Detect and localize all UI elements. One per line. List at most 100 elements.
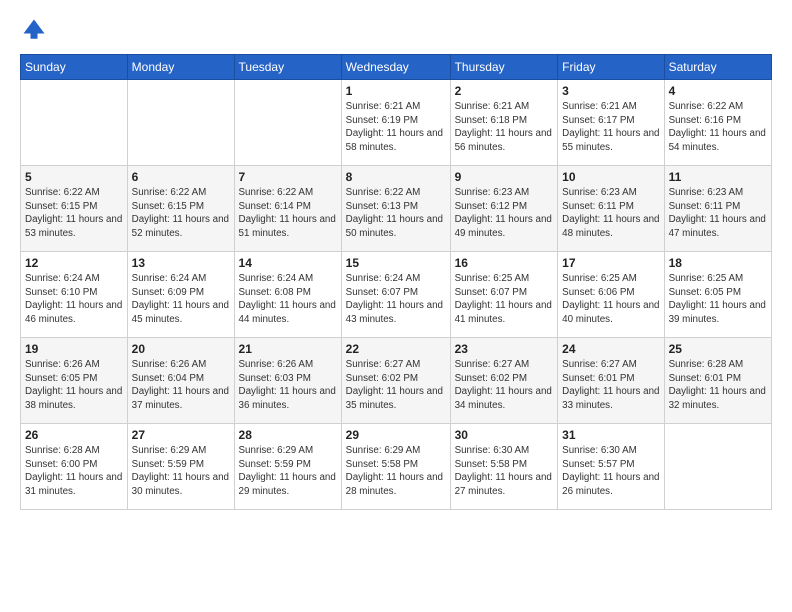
day-info: Sunrise: 6:26 AM Sunset: 6:03 PM Dayligh…: [239, 358, 337, 413]
logo: [20, 16, 52, 44]
day-info: Sunrise: 6:22 AM Sunset: 6:15 PM Dayligh…: [132, 186, 230, 241]
day-cell: 1 Sunrise: 6:21 AM Sunset: 6:19 PM Daylig…: [341, 80, 450, 166]
calendar-header: SundayMondayTuesdayWednesdayThursdayFrid…: [21, 55, 772, 80]
day-info: Sunrise: 6:22 AM Sunset: 6:13 PM Dayligh…: [346, 186, 446, 241]
day-cell: 27 Sunrise: 6:29 AM Sunset: 5:59 PM Dayli…: [127, 424, 234, 510]
day-number: 14: [239, 256, 337, 270]
day-number: 4: [669, 84, 767, 98]
day-header-thursday: Thursday: [450, 55, 558, 80]
day-info: Sunrise: 6:29 AM Sunset: 5:59 PM Dayligh…: [239, 444, 337, 499]
day-number: 23: [455, 342, 554, 356]
day-number: 24: [562, 342, 659, 356]
day-info: Sunrise: 6:21 AM Sunset: 6:19 PM Dayligh…: [346, 100, 446, 155]
day-cell: [127, 80, 234, 166]
day-cell: 21 Sunrise: 6:26 AM Sunset: 6:03 PM Dayli…: [234, 338, 341, 424]
day-info: Sunrise: 6:21 AM Sunset: 6:18 PM Dayligh…: [455, 100, 554, 155]
day-header-friday: Friday: [558, 55, 664, 80]
week-row-3: 19 Sunrise: 6:26 AM Sunset: 6:05 PM Dayli…: [21, 338, 772, 424]
day-number: 1: [346, 84, 446, 98]
day-cell: 26Sunrise: 6:28 AM Sunset: 6:00 PM Dayli…: [21, 424, 128, 510]
page: SundayMondayTuesdayWednesdayThursdayFrid…: [0, 0, 792, 612]
day-number: 6: [132, 170, 230, 184]
header: [20, 16, 772, 44]
day-cell: 29 Sunrise: 6:29 AM Sunset: 5:58 PM Dayli…: [341, 424, 450, 510]
day-number: 12: [25, 256, 123, 270]
day-cell: 10 Sunrise: 6:23 AM Sunset: 6:11 PM Dayli…: [558, 166, 664, 252]
day-number: 11: [669, 170, 767, 184]
day-info: Sunrise: 6:22 AM Sunset: 6:14 PM Dayligh…: [239, 186, 337, 241]
day-info: Sunrise: 6:21 AM Sunset: 6:17 PM Dayligh…: [562, 100, 659, 155]
day-header-monday: Monday: [127, 55, 234, 80]
day-cell: 11 Sunrise: 6:23 AM Sunset: 6:11 PM Dayli…: [664, 166, 771, 252]
day-info: Sunrise: 6:24 AM Sunset: 6:10 PM Dayligh…: [25, 272, 123, 327]
day-cell: 13 Sunrise: 6:24 AM Sunset: 6:09 PM Dayli…: [127, 252, 234, 338]
day-number: 8: [346, 170, 446, 184]
header-row: SundayMondayTuesdayWednesdayThursdayFrid…: [21, 55, 772, 80]
day-number: 13: [132, 256, 230, 270]
calendar: SundayMondayTuesdayWednesdayThursdayFrid…: [20, 54, 772, 510]
day-number: 16: [455, 256, 554, 270]
day-cell: 8 Sunrise: 6:22 AM Sunset: 6:13 PM Daylig…: [341, 166, 450, 252]
day-cell: 7 Sunrise: 6:22 AM Sunset: 6:14 PM Daylig…: [234, 166, 341, 252]
day-number: 7: [239, 170, 337, 184]
week-row-0: 1 Sunrise: 6:21 AM Sunset: 6:19 PM Daylig…: [21, 80, 772, 166]
day-header-saturday: Saturday: [664, 55, 771, 80]
logo-icon: [20, 16, 48, 44]
day-cell: 24 Sunrise: 6:27 AM Sunset: 6:01 PM Dayli…: [558, 338, 664, 424]
day-info: Sunrise: 6:23 AM Sunset: 6:11 PM Dayligh…: [562, 186, 659, 241]
day-number: 9: [455, 170, 554, 184]
day-cell: 14 Sunrise: 6:24 AM Sunset: 6:08 PM Dayli…: [234, 252, 341, 338]
day-info: Sunrise: 6:23 AM Sunset: 6:12 PM Dayligh…: [455, 186, 554, 241]
day-info: Sunrise: 6:27 AM Sunset: 6:02 PM Dayligh…: [346, 358, 446, 413]
day-number: 5: [25, 170, 123, 184]
day-cell: 16 Sunrise: 6:25 AM Sunset: 6:07 PM Dayli…: [450, 252, 558, 338]
week-row-1: 5 Sunrise: 6:22 AM Sunset: 6:15 PM Daylig…: [21, 166, 772, 252]
day-info: Sunrise: 6:23 AM Sunset: 6:11 PM Dayligh…: [669, 186, 767, 241]
day-number: 31: [562, 428, 659, 442]
day-info: Sunrise: 6:27 AM Sunset: 6:02 PM Dayligh…: [455, 358, 554, 413]
day-number: 2: [455, 84, 554, 98]
day-cell: 17 Sunrise: 6:25 AM Sunset: 6:06 PM Dayli…: [558, 252, 664, 338]
day-cell: 3 Sunrise: 6:21 AM Sunset: 6:17 PM Daylig…: [558, 80, 664, 166]
day-info: Sunrise: 6:30 AM Sunset: 5:57 PM Dayligh…: [562, 444, 659, 499]
day-number: 30: [455, 428, 554, 442]
day-number: 26: [25, 428, 123, 442]
day-info: Sunrise: 6:26 AM Sunset: 6:05 PM Dayligh…: [25, 358, 123, 413]
day-cell: 20 Sunrise: 6:26 AM Sunset: 6:04 PM Dayli…: [127, 338, 234, 424]
week-row-2: 12 Sunrise: 6:24 AM Sunset: 6:10 PM Dayli…: [21, 252, 772, 338]
day-info: Sunrise: 6:25 AM Sunset: 6:06 PM Dayligh…: [562, 272, 659, 327]
day-number: 17: [562, 256, 659, 270]
day-number: 15: [346, 256, 446, 270]
day-info: Sunrise: 6:29 AM Sunset: 5:59 PM Dayligh…: [132, 444, 230, 499]
day-cell: 9 Sunrise: 6:23 AM Sunset: 6:12 PM Daylig…: [450, 166, 558, 252]
day-header-wednesday: Wednesday: [341, 55, 450, 80]
day-info: Sunrise: 6:24 AM Sunset: 6:09 PM Dayligh…: [132, 272, 230, 327]
day-cell: 23 Sunrise: 6:27 AM Sunset: 6:02 PM Dayli…: [450, 338, 558, 424]
day-cell: [21, 80, 128, 166]
day-info: Sunrise: 6:26 AM Sunset: 6:04 PM Dayligh…: [132, 358, 230, 413]
day-cell: 22Sunrise: 6:27 AM Sunset: 6:02 PM Dayli…: [341, 338, 450, 424]
day-number: 29: [346, 428, 446, 442]
day-cell: 31 Sunrise: 6:30 AM Sunset: 5:57 PM Dayli…: [558, 424, 664, 510]
day-info: Sunrise: 6:25 AM Sunset: 6:07 PM Dayligh…: [455, 272, 554, 327]
day-number: 10: [562, 170, 659, 184]
day-info: Sunrise: 6:27 AM Sunset: 6:01 PM Dayligh…: [562, 358, 659, 413]
day-cell: [234, 80, 341, 166]
day-info: Sunrise: 6:30 AM Sunset: 5:58 PM Dayligh…: [455, 444, 554, 499]
day-cell: 6 Sunrise: 6:22 AM Sunset: 6:15 PM Daylig…: [127, 166, 234, 252]
day-info: Sunrise: 6:29 AM Sunset: 5:58 PM Dayligh…: [346, 444, 446, 499]
day-number: 19: [25, 342, 123, 356]
day-cell: 12 Sunrise: 6:24 AM Sunset: 6:10 PM Dayli…: [21, 252, 128, 338]
day-number: 3: [562, 84, 659, 98]
day-cell: [664, 424, 771, 510]
day-number: 27: [132, 428, 230, 442]
day-cell: 25Sunrise: 6:28 AM Sunset: 6:01 PM Dayli…: [664, 338, 771, 424]
day-number: 20: [132, 342, 230, 356]
day-number: 21: [239, 342, 337, 356]
day-cell: 19 Sunrise: 6:26 AM Sunset: 6:05 PM Dayli…: [21, 338, 128, 424]
day-cell: 15Sunrise: 6:24 AM Sunset: 6:07 PM Dayli…: [341, 252, 450, 338]
day-cell: 30 Sunrise: 6:30 AM Sunset: 5:58 PM Dayli…: [450, 424, 558, 510]
day-info: Sunrise: 6:22 AM Sunset: 6:16 PM Dayligh…: [669, 100, 767, 155]
day-cell: 4 Sunrise: 6:22 AM Sunset: 6:16 PM Daylig…: [664, 80, 771, 166]
day-info: Sunrise: 6:24 AM Sunset: 6:08 PM Dayligh…: [239, 272, 337, 327]
